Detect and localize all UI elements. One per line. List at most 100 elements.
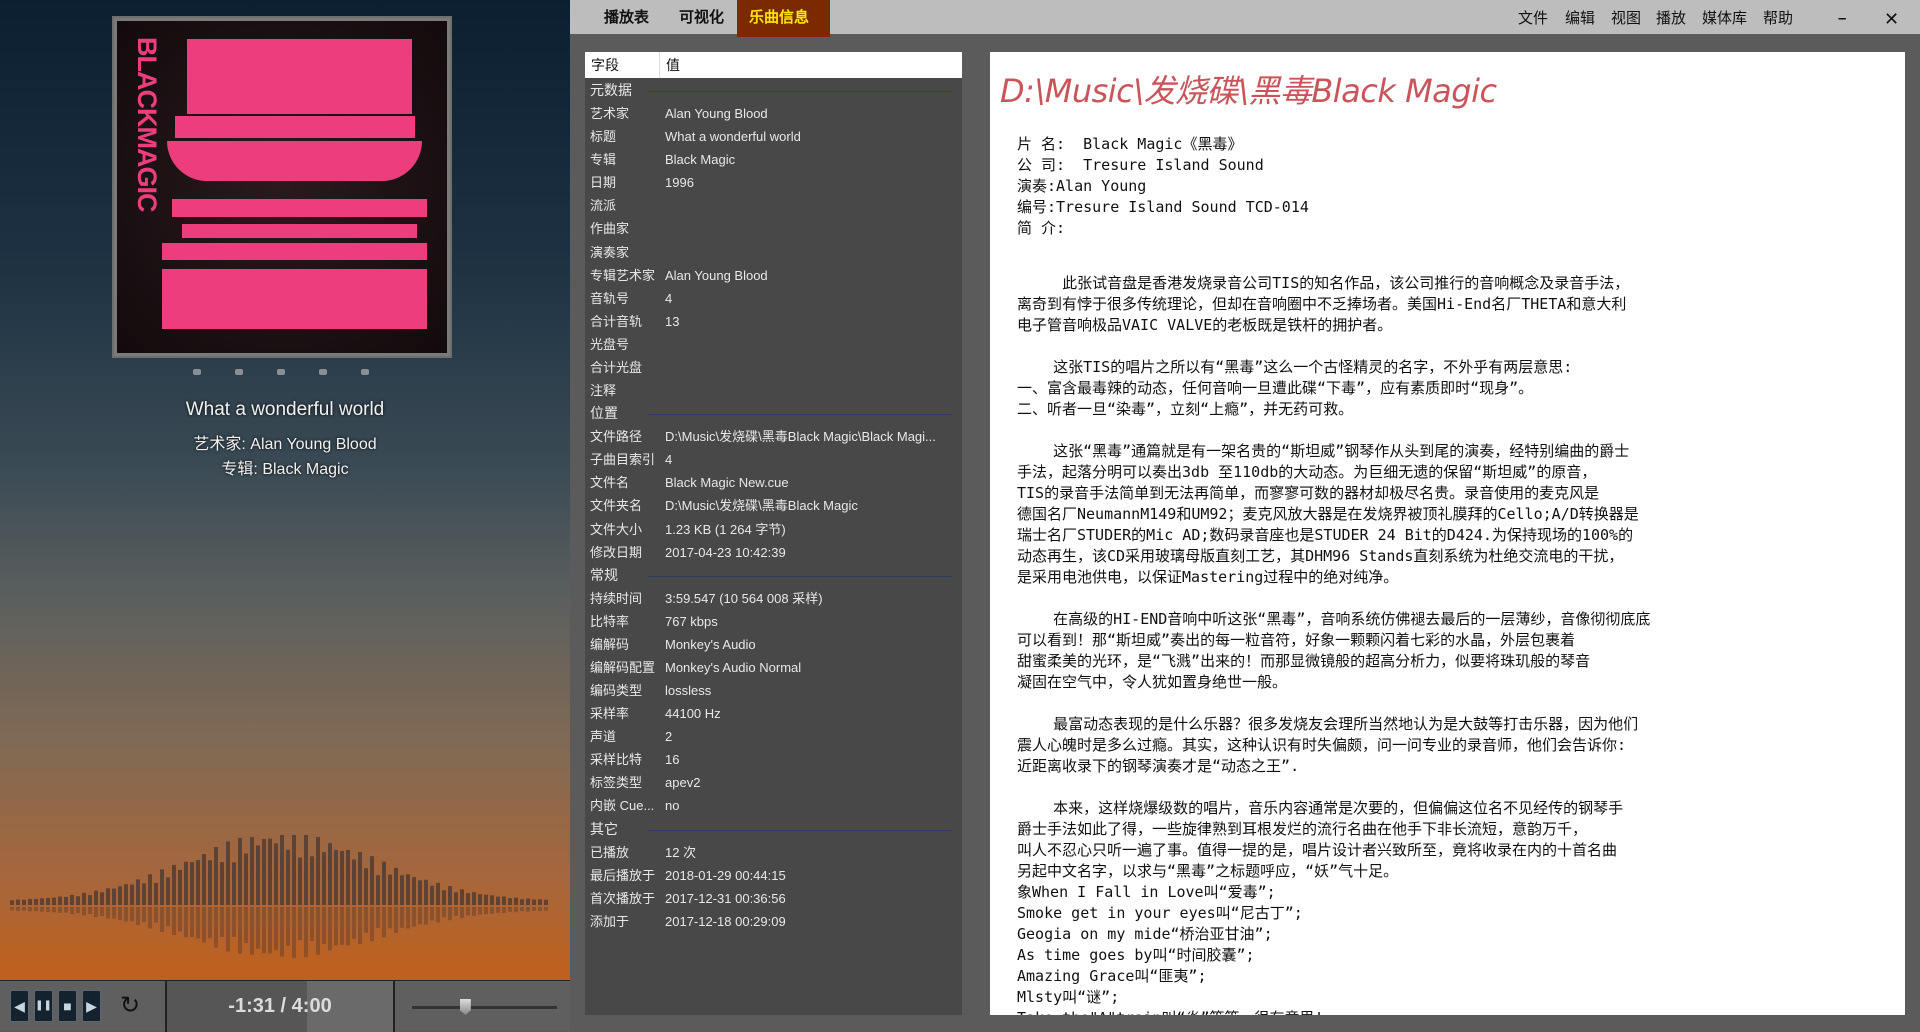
spectrum-bar — [136, 879, 140, 905]
table-row[interactable]: 编码类型 lossless — [585, 679, 962, 702]
volume-knob[interactable] — [459, 999, 471, 1015]
menu-edit[interactable]: 编辑 — [1565, 0, 1595, 37]
column-header-field[interactable]: 字段 — [585, 52, 660, 78]
table-row[interactable]: 文件名 Black Magic New.cue — [585, 471, 962, 494]
section-header: 常规 — [585, 564, 962, 587]
spectrum-bar-reflection — [160, 907, 164, 933]
spectrum-bar — [52, 897, 56, 905]
spectrum-bar-reflection — [520, 907, 524, 912]
field-value: Black Magic New.cue — [665, 475, 789, 491]
minimize-button[interactable]: – — [1838, 0, 1846, 37]
spectrum-bar-reflection — [298, 907, 302, 941]
volume-slider[interactable] — [412, 999, 557, 1015]
table-row[interactable]: 光盘号 — [585, 333, 962, 356]
spectrum-bar — [484, 894, 488, 905]
info-line: 片 名: Black Magic《黑毒》 — [1017, 135, 1243, 153]
table-row[interactable]: 日期 1996 — [585, 171, 962, 194]
field-value: lossless — [665, 683, 712, 699]
menu-help[interactable]: 帮助 — [1763, 0, 1793, 37]
table-row[interactable]: 专辑艺术家 Alan Young Blood — [585, 264, 962, 287]
tab-track-info[interactable]: 乐曲信息 — [737, 0, 830, 37]
table-row[interactable]: 持续时间 3:59.547 (10 564 008 采样) — [585, 587, 962, 610]
table-row[interactable]: 音轨号 4 — [585, 287, 962, 310]
playback-controls: ◀ ❚❚ ■ ▶ ↻ -1:31 / 4:00 — [0, 980, 570, 1032]
spectrum-bar — [490, 895, 494, 905]
table-row[interactable]: 标签类型 apev2 — [585, 771, 962, 794]
menu-library[interactable]: 媒体库 — [1702, 0, 1747, 37]
spectrum-bar-reflection — [118, 907, 122, 921]
column-header-value[interactable]: 值 — [660, 52, 680, 78]
field-label: 元数据 — [590, 82, 632, 98]
tab-playlist[interactable]: 播放表 — [592, 0, 661, 37]
table-row[interactable]: 已播放 12 次 — [585, 841, 962, 864]
table-row[interactable]: 文件夹名 D:\Music\发烧碟\黑毒Black Magic — [585, 494, 962, 517]
spectrum-bar — [292, 835, 296, 905]
table-row[interactable]: 演奏家 — [585, 241, 962, 264]
table-row[interactable]: 编解码 Monkey's Audio — [585, 633, 962, 656]
spectrum-bar — [328, 843, 332, 905]
info-body[interactable]: 片 名: Black Magic《黑毒》公 司: Tresure Island … — [1017, 134, 1650, 1015]
table-row[interactable]: 修改日期 2017-04-23 10:42:39 — [585, 541, 962, 564]
menu-view[interactable]: 视图 — [1611, 0, 1641, 37]
spectrum-bar-reflection — [364, 907, 368, 933]
table-row[interactable]: 内嵌 Cue... no — [585, 794, 962, 817]
spectrum-bar-reflection — [106, 907, 110, 919]
field-label: 文件夹名 — [590, 498, 643, 514]
spectrum-bar — [508, 898, 512, 905]
table-row[interactable]: 文件路径 D:\Music\发烧碟\黑毒Black Magic\Black Mag… — [585, 425, 962, 448]
prev-button[interactable]: ◀ — [10, 990, 29, 1022]
menu-play[interactable]: 播放 — [1656, 0, 1686, 37]
spectrum-bar-reflection — [82, 907, 86, 916]
table-row[interactable]: 流派 — [585, 194, 962, 217]
spectrum-bar — [520, 899, 524, 905]
table-row[interactable]: 文件大小 1.23 KB (1 264 字节) — [585, 518, 962, 541]
table-row[interactable]: 声道 2 — [585, 725, 962, 748]
table-row[interactable]: 采样比特 16 — [585, 748, 962, 771]
next-button[interactable]: ▶ — [82, 990, 101, 1022]
repeat-icon[interactable]: ↻ — [120, 991, 140, 1020]
info-line: 动态再生，该CD采用玻璃母版直刻工艺，其DHM96 Stands直刻系统为杜绝交… — [1017, 547, 1624, 565]
spectrum-bar — [352, 859, 356, 905]
spectrum-bar-reflection — [334, 907, 338, 946]
table-row[interactable]: 编解码配置 Monkey's Audio Normal — [585, 656, 962, 679]
table-row[interactable]: 首次播放于 2017-12-31 00:36:56 — [585, 887, 962, 910]
section-header: 位置 — [585, 402, 962, 425]
table-row[interactable]: 合计音轨 13 — [585, 310, 962, 333]
table-row[interactable]: 添加于 2017-12-18 00:29:09 — [585, 910, 962, 933]
table-row[interactable]: 合计光盘 — [585, 356, 962, 379]
table-row[interactable]: 标题 What a wonderful world — [585, 125, 962, 148]
table-row[interactable]: 注释 — [585, 379, 962, 402]
menu-file[interactable]: 文件 — [1518, 0, 1548, 37]
field-label: 艺术家 — [590, 106, 630, 122]
info-line: 瑞士名厂STUDER的Mic AD;数码录音座也是STUDER 24 Bit的D… — [1017, 526, 1634, 544]
spectrum-bar-reflection — [238, 907, 242, 954]
field-label: 持续时间 — [590, 590, 643, 606]
table-row[interactable]: 最后播放于 2018-01-29 00:44:15 — [585, 864, 962, 887]
table-row[interactable]: 比特率 767 kbps — [585, 610, 962, 633]
stop-button[interactable]: ■ — [58, 990, 77, 1022]
spectrum-bar-reflection — [184, 907, 188, 938]
spectrum-bar-reflection — [388, 907, 392, 929]
table-row[interactable]: 采样率 44100 Hz — [585, 702, 962, 725]
time-display[interactable]: -1:31 / 4:00 — [165, 981, 395, 1032]
table-row[interactable]: 子曲目索引 4 — [585, 448, 962, 471]
table-row[interactable]: 作曲家 — [585, 217, 962, 240]
track-artist: 艺术家: Alan Young Blood — [193, 436, 377, 453]
close-button[interactable]: ✕ — [1884, 0, 1899, 37]
spectrum-bar — [412, 877, 416, 905]
track-info-panel: D:\Music\发烧碟\黑毒Black Magic 片 名: Black Ma… — [990, 52, 1905, 1015]
table-row[interactable]: 艺术家 Alan Young Blood — [585, 102, 962, 125]
spectrum-bar — [238, 837, 242, 905]
info-line — [1017, 420, 1650, 441]
info-line: 甜蜜柔美的光环，是“飞溅”出来的！而那显微镜般的超高分析力，似要将珠玑般的琴音 — [1017, 652, 1591, 670]
info-line: 这张“黑毒”通篇就是有一架名贵的“斯坦威”钢琴作从头到尾的演奏，经特别编曲的爵士 — [1017, 442, 1630, 460]
spectrum-bar-reflection — [340, 907, 344, 945]
info-line: 简 介: — [1017, 219, 1066, 237]
spectrum-bar-reflection — [262, 907, 266, 954]
spectrum-bar — [202, 854, 206, 905]
table-row[interactable]: 专辑 Black Magic — [585, 148, 962, 171]
field-value: Monkey's Audio Normal — [665, 660, 802, 675]
pause-button[interactable]: ❚❚ — [34, 990, 53, 1022]
field-value: D:\Music\发烧碟\黑毒Black Magic\Black Magi... — [665, 429, 936, 445]
tab-visualization[interactable]: 可视化 — [667, 0, 736, 37]
